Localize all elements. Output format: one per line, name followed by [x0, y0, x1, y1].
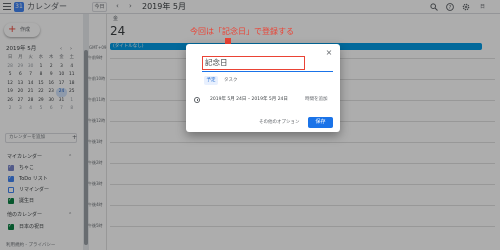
tab-task[interactable]: タスク: [224, 76, 238, 85]
event-title-input[interactable]: 記念日: [202, 56, 305, 70]
annotation-text: 今回は「記念日」で登録する: [190, 27, 294, 36]
more-options-button[interactable]: その他のオプション: [259, 120, 300, 126]
close-icon[interactable]: ×: [324, 48, 334, 58]
input-underline: [202, 71, 333, 72]
tab-event[interactable]: 予定: [204, 76, 218, 85]
quick-event-dialog: × 記念日 予定 タスク 2019年 5月 24日 – 2019年 5月 24日…: [186, 44, 340, 132]
clock-icon: [194, 97, 200, 103]
save-button[interactable]: 保存: [308, 117, 333, 128]
date-range[interactable]: 2019年 5月 24日 – 2019年 5月 24日: [210, 97, 288, 103]
add-time-button[interactable]: 時間を追加: [305, 97, 328, 103]
